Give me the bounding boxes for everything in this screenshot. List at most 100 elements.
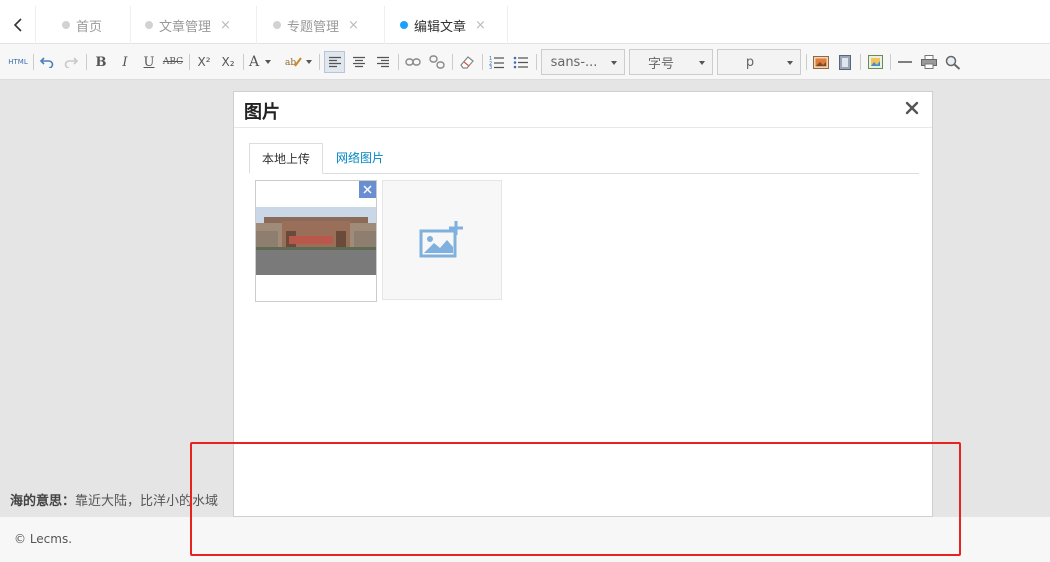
add-image-icon — [419, 221, 463, 258]
toolbar-separator — [319, 54, 320, 70]
superscript-button[interactable]: X² — [194, 52, 214, 72]
font-size-select[interactable]: 字号 — [629, 49, 713, 75]
back-button[interactable] — [0, 6, 36, 44]
font-family-select[interactable]: sans-... — [541, 49, 625, 75]
chevron-down-icon — [787, 61, 793, 65]
tab-bar: 首页 文章管理 × 专题管理 × 编辑文章 × — [0, 0, 1050, 44]
tab-dot-icon — [62, 21, 70, 29]
align-center-icon — [353, 56, 365, 68]
align-right-button[interactable] — [373, 52, 393, 72]
toolbar-separator — [482, 54, 483, 70]
editor-content-text: 海的意思：靠近大陆，比洋小的水域 — [10, 490, 218, 509]
close-icon[interactable]: × — [220, 18, 231, 33]
magnifier-icon — [945, 55, 961, 70]
paragraph-format-select[interactable]: p — [717, 49, 801, 75]
bold-button[interactable]: B — [92, 52, 110, 72]
redo-button[interactable] — [62, 52, 80, 72]
dropdown-arrow-icon — [265, 60, 272, 64]
tab-article-manage[interactable]: 文章管理 × — [131, 6, 257, 44]
tab-label: 专题管理 — [287, 19, 340, 35]
font-size-value: 字号 — [647, 56, 674, 72]
unlink-button[interactable] — [427, 52, 447, 72]
clear-format-button[interactable] — [457, 52, 477, 72]
close-icon — [363, 185, 372, 194]
close-icon[interactable]: × — [348, 18, 359, 33]
campus-gate-photo — [256, 207, 376, 275]
toolbar-separator — [536, 54, 537, 70]
print-button[interactable] — [919, 52, 939, 72]
underline-button[interactable]: U — [140, 52, 158, 72]
align-left-icon — [328, 56, 341, 68]
unordered-list-button[interactable] — [511, 52, 531, 72]
insert-image-button[interactable] — [811, 52, 831, 72]
chevron-left-icon — [13, 18, 22, 32]
html-source-button[interactable]: HTML — [6, 52, 30, 72]
tab-local-upload[interactable]: 本地上传 — [249, 143, 324, 174]
unlink-icon — [429, 55, 445, 69]
ordered-list-button[interactable]: 123 — [487, 52, 507, 72]
dropdown-arrow-icon — [306, 60, 312, 64]
chevron-down-icon — [699, 61, 705, 65]
dialog-tabs: 本地上传 网络图片 — [249, 143, 919, 174]
video-icon — [839, 54, 851, 70]
align-right-icon — [377, 56, 389, 68]
unordered-list-icon — [513, 56, 528, 69]
horizontal-rule-icon — [898, 61, 912, 63]
tab-label: 首页 — [76, 19, 103, 35]
undo-button[interactable] — [38, 52, 56, 72]
close-icon — [905, 101, 919, 115]
uploaded-image-thumbnail[interactable] — [255, 180, 377, 302]
align-center-button[interactable] — [349, 52, 369, 72]
editor-toolbar: HTML B I U ABC X² X₂ A ab 123 sans-... 字… — [0, 44, 1050, 80]
link-button[interactable] — [403, 52, 423, 72]
redo-icon — [64, 57, 78, 68]
eraser-icon — [460, 56, 474, 69]
insert-gallery-button[interactable] — [865, 52, 885, 72]
dialog-close-button[interactable] — [904, 100, 920, 116]
toolbar-separator — [189, 54, 190, 70]
add-image-button[interactable] — [382, 180, 502, 300]
toolbar-separator — [33, 54, 34, 70]
subscript-button[interactable]: X₂ — [218, 52, 238, 72]
ordered-list-icon: 123 — [489, 56, 504, 69]
svg-text:ab: ab — [285, 58, 296, 68]
toolbar-separator — [452, 54, 453, 70]
background-color-button[interactable]: ab — [284, 52, 316, 72]
font-color-icon: A — [249, 54, 260, 70]
tab-home[interactable]: 首页 — [36, 6, 131, 44]
toolbar-separator — [806, 54, 807, 70]
toolbar-separator — [86, 54, 87, 70]
align-left-button[interactable] — [324, 51, 345, 73]
image-icon — [813, 55, 829, 69]
font-color-button[interactable]: A — [249, 52, 275, 72]
chevron-down-icon — [611, 61, 617, 65]
tab-network-image[interactable]: 网络图片 — [324, 143, 396, 174]
footer-copyright: © Lecms. — [14, 532, 73, 546]
svg-text:3: 3 — [489, 65, 492, 69]
dialog-header: 图片 — [234, 92, 932, 128]
toolbar-separator — [890, 54, 891, 70]
toolbar-separator — [398, 54, 399, 70]
paragraph-format-value: p — [745, 54, 755, 70]
toolbar-separator — [243, 54, 244, 70]
tab-dot-icon — [145, 21, 153, 29]
highlighter-icon: ab — [285, 57, 302, 68]
strikethrough-button[interactable]: ABC — [162, 52, 184, 72]
tab-topic-manage[interactable]: 专题管理 × — [257, 6, 385, 44]
editor-text-bold: 海的意思： — [10, 494, 76, 509]
undo-icon — [40, 57, 54, 68]
toolbar-separator — [860, 54, 861, 70]
highlight-box — [190, 442, 961, 556]
insert-video-button[interactable] — [835, 52, 855, 72]
tab-dot-icon — [400, 21, 408, 29]
italic-button[interactable]: I — [116, 52, 134, 72]
gallery-icon — [867, 55, 883, 69]
dialog-title: 图片 — [244, 102, 280, 123]
close-icon[interactable]: × — [475, 18, 486, 33]
printer-icon — [921, 55, 937, 69]
remove-image-button[interactable] — [359, 181, 376, 198]
tab-edit-article[interactable]: 编辑文章 × — [385, 6, 508, 44]
tab-label: 文章管理 — [159, 19, 212, 35]
horizontal-rule-button[interactable] — [895, 52, 915, 72]
preview-button[interactable] — [943, 52, 963, 72]
